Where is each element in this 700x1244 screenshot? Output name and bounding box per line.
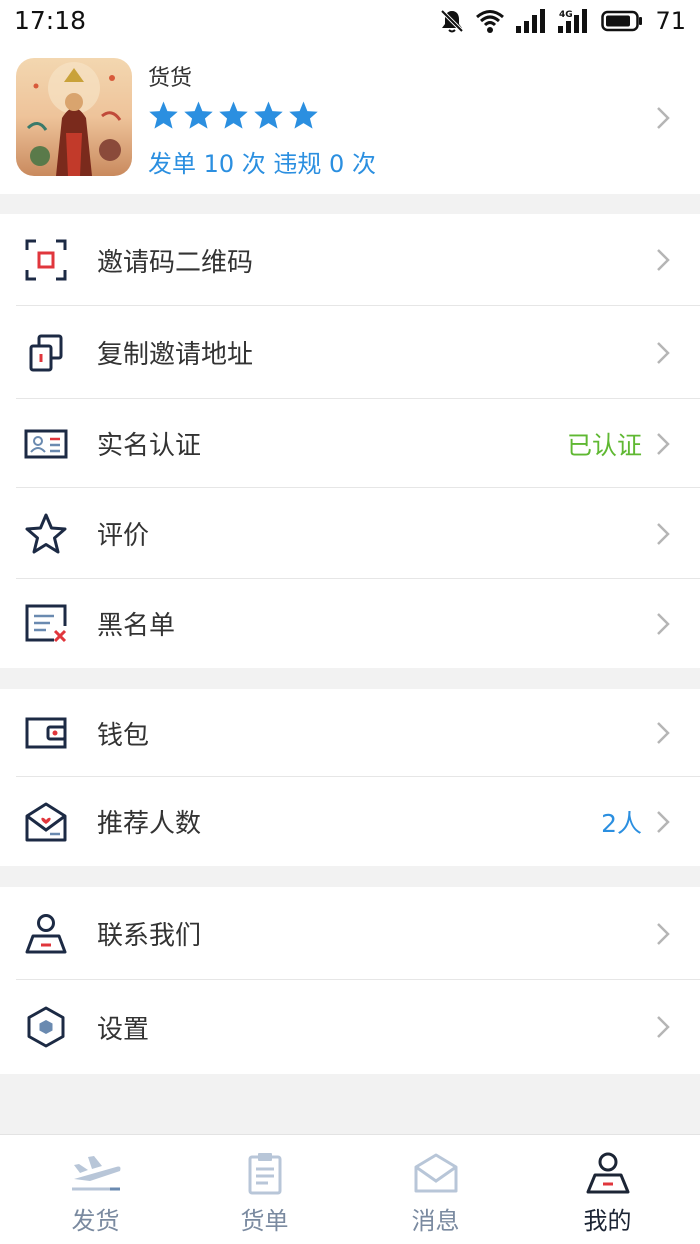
menu-item-invite-qr[interactable]: 邀请码二维码 [0, 214, 700, 306]
menu-item-real-name-auth[interactable]: 实名认证 已认证 [0, 399, 700, 488]
profile-name: 货货 [148, 66, 193, 91]
tab-label: 消息 [411, 1207, 460, 1235]
tab-label: 我的 [583, 1207, 632, 1235]
status-time: 17:18 [14, 6, 87, 35]
menu-item-referrals[interactable]: 推荐人数 2人 [0, 777, 700, 866]
profile-stats: 发单 10 次 违规 0 次 [148, 150, 376, 178]
person-icon [586, 1152, 629, 1194]
tab-orders[interactable]: 货单 [177, 1135, 352, 1244]
menu-item-wallet[interactable]: 钱包 [0, 689, 700, 777]
battery-icon [601, 10, 643, 32]
menu-item-label: 联系我们 [97, 921, 202, 951]
menu-item-label: 推荐人数 [97, 809, 202, 839]
referral-count: 2人 [601, 808, 642, 838]
tab-label: 发货 [71, 1207, 120, 1235]
blacklist-icon [25, 604, 67, 642]
status-icons: 4G 71 [439, 6, 686, 36]
chevron-right-icon [657, 107, 670, 129]
wifi-icon [476, 10, 505, 33]
settings-hex-icon [27, 1006, 65, 1048]
star-icon [289, 101, 318, 129]
envelope-icon [414, 1153, 457, 1193]
menu-section-finance: 钱包 推荐人数 2人 [0, 689, 700, 866]
rating-stars [148, 100, 319, 130]
star-icon [184, 101, 213, 129]
chevron-right-icon [657, 922, 670, 945]
wallet-icon [25, 717, 67, 749]
chevron-right-icon [657, 341, 670, 364]
referral-mail-icon [25, 802, 67, 841]
mute-bell-icon [441, 9, 464, 33]
menu-item-contact-us[interactable]: 联系我们 [0, 887, 700, 980]
menu-item-label: 钱包 [97, 720, 150, 751]
copy-icon [29, 334, 63, 371]
chevron-right-icon [657, 1016, 670, 1038]
clipboard-icon [248, 1153, 281, 1195]
chevron-right-icon [657, 612, 670, 635]
avatar[interactable] [16, 58, 132, 176]
status-bar: 17:18 4G 71 [0, 0, 700, 44]
avatar-image [16, 58, 132, 176]
menu-item-blacklist[interactable]: 黑名单 [0, 579, 700, 668]
verification-status: 已认证 [566, 430, 642, 460]
menu-section-account: 邀请码二维码 复制邀请地址 实名认证 已认证 评价 黑名单 [0, 214, 700, 668]
chevron-right-icon [657, 722, 670, 744]
chevron-right-icon [657, 810, 670, 833]
star-icon [254, 101, 283, 129]
star-icon [219, 101, 248, 129]
chevron-right-icon [657, 432, 670, 455]
menu-item-copy-invite[interactable]: 复制邀请地址 [0, 306, 700, 399]
menu-item-label: 邀请码二维码 [97, 247, 254, 278]
chevron-right-icon [657, 522, 670, 545]
menu-item-settings[interactable]: 设置 [0, 980, 700, 1074]
tab-mine[interactable]: 我的 [520, 1135, 695, 1244]
tab-label: 货单 [240, 1207, 289, 1235]
menu-item-label: 复制邀请地址 [97, 340, 254, 370]
signal-4g-icon: 4G [558, 9, 588, 33]
contact-person-icon [25, 913, 67, 953]
star-icon [149, 101, 178, 129]
profile-header[interactable]: 货货 发单 10 次 违规 0 次 [0, 44, 700, 194]
battery-percent: 71 [655, 7, 686, 35]
menu-section-support: 联系我们 设置 [0, 887, 700, 1074]
tab-messages[interactable]: 消息 [348, 1135, 523, 1244]
menu-item-label: 实名认证 [97, 431, 202, 461]
bottom-tab-bar: 发货 货单 消息 我的 [0, 1134, 700, 1244]
menu-item-label: 设置 [97, 1014, 150, 1045]
plane-takeoff-icon [71, 1156, 120, 1191]
signal-icon [516, 9, 546, 33]
menu-item-label: 评价 [97, 521, 150, 551]
qr-scan-icon [25, 239, 67, 281]
menu-item-rating[interactable]: 评价 [0, 488, 700, 579]
svg-text:4G: 4G [559, 10, 573, 20]
menu-item-label: 黑名单 [97, 611, 176, 641]
star-outline-icon [25, 513, 67, 553]
id-card-icon [24, 429, 68, 458]
tab-ship[interactable]: 发货 [8, 1135, 183, 1244]
chevron-right-icon [657, 249, 670, 271]
